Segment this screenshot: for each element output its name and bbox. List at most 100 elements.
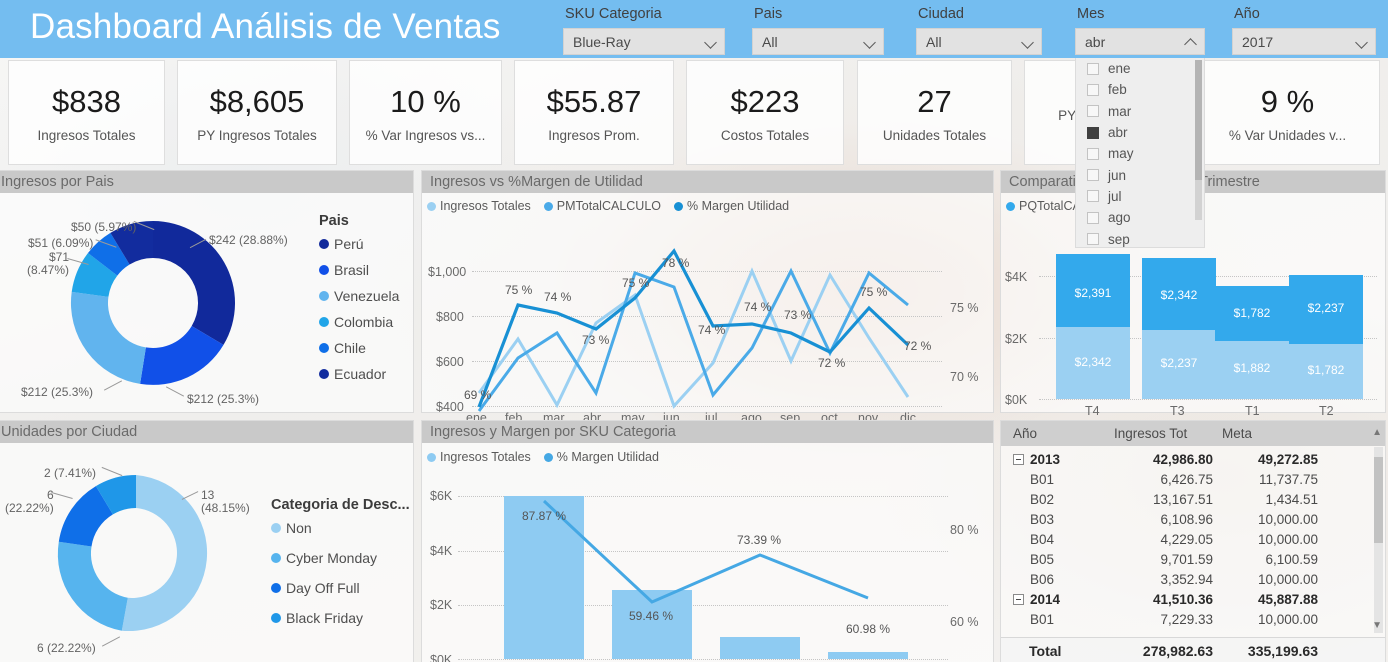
dropdown-item-ene[interactable]: ene xyxy=(1076,58,1204,79)
legend-item-brasil[interactable]: Brasil xyxy=(319,262,399,278)
column-header-meta[interactable]: Meta xyxy=(1222,426,1322,441)
chevron-up-icon[interactable] xyxy=(1185,35,1198,48)
legend-label: Non xyxy=(286,520,312,536)
dropdown-item-mar[interactable]: mar xyxy=(1076,101,1204,122)
row-label[interactable]: 2014 xyxy=(1001,592,1114,607)
dropdown-item-abr[interactable]: abr xyxy=(1076,122,1204,143)
slicer-ciudad-box[interactable]: All xyxy=(916,28,1042,55)
legend-item-cyber-monday[interactable]: Cyber Monday xyxy=(271,550,410,566)
row-label-text: 2014 xyxy=(1030,591,1061,607)
slicer-mes[interactable]: Mes abr xyxy=(1075,4,1205,55)
checkbox-icon[interactable] xyxy=(1087,62,1099,75)
kpi-card-unidades-totales[interactable]: 27 Unidades Totales xyxy=(857,60,1012,165)
dropdown-scrollbar[interactable] xyxy=(1195,60,1202,220)
column-header-ingresos[interactable]: Ingresos Tot xyxy=(1114,426,1222,441)
kpi-card-var-unidades[interactable]: 9 % % Var Unidades v... xyxy=(1195,60,1380,165)
legend-item-non[interactable]: Non xyxy=(271,520,410,536)
slicer-sku-box[interactable]: Blue-Ray xyxy=(563,28,725,55)
table-row[interactable]: B04 4,229.05 10,000.00 xyxy=(1001,529,1385,549)
slicer-anio-label: Año xyxy=(1234,6,1260,22)
dropdown-item-ago[interactable]: ago xyxy=(1076,207,1204,228)
scrollbar-thumb[interactable] xyxy=(1374,457,1383,543)
table-row[interactable]: B03 6,108.96 10,000.00 xyxy=(1001,509,1385,529)
yaxis-tick: $0K xyxy=(1005,393,1028,407)
row-label[interactable]: 2013 xyxy=(1001,452,1114,467)
checkbox-checked-icon[interactable] xyxy=(1087,126,1099,139)
dropdown-item-may[interactable]: may xyxy=(1076,143,1204,164)
data-label-margen: 72 % xyxy=(904,339,932,353)
slicer-sku-categoria[interactable]: SKU Categoria Blue-Ray xyxy=(563,4,725,55)
data-table[interactable]: Año Ingresos Tot Meta ▲ 2013 42,986.80 4… xyxy=(1001,421,1385,662)
dropdown-item-label: jul xyxy=(1108,188,1122,204)
kpi-card-var-ingresos[interactable]: 10 % % Var Ingresos vs... xyxy=(349,60,502,165)
legend-item-colombia[interactable]: Colombia xyxy=(319,314,399,330)
kpi-card-ingresos-totales[interactable]: $838 Ingresos Totales xyxy=(8,60,165,165)
cell-meta: 10,000.00 xyxy=(1257,531,1318,547)
slicer-anio[interactable]: Año 2017 xyxy=(1232,4,1376,55)
legend-dot xyxy=(271,613,281,623)
checkbox-icon[interactable] xyxy=(1087,83,1099,96)
legend-item-day-off-full[interactable]: Day Off Full xyxy=(271,580,410,596)
checkbox-icon[interactable] xyxy=(1087,147,1099,160)
data-label-margen-cd: 60.98 % xyxy=(846,622,891,636)
donut-callout-ecuador: $50 (5.97%) xyxy=(71,220,137,234)
donut-callout-venezuela: $212 (25.3%) xyxy=(21,385,94,399)
checkbox-icon[interactable] xyxy=(1087,169,1099,182)
kpi-card-costos-totales[interactable]: $223 Costos Totales xyxy=(686,60,844,165)
table-row[interactable]: 2013 42,986.80 49,272.85 xyxy=(1001,449,1385,469)
chevron-down-icon[interactable] xyxy=(1356,35,1369,48)
table-row[interactable]: 2014 41,510.36 45,887.88 xyxy=(1001,589,1385,609)
checkbox-icon[interactable] xyxy=(1087,190,1099,203)
line-chart-svg[interactable] xyxy=(422,193,995,414)
dropdown-item-jun[interactable]: jun xyxy=(1076,164,1204,185)
scroll-down-icon[interactable]: ▼ xyxy=(1372,620,1382,631)
dropdown-item-feb[interactable]: feb xyxy=(1076,79,1204,100)
chevron-down-icon[interactable] xyxy=(705,35,718,48)
legend-item-peru[interactable]: Perú xyxy=(319,236,399,252)
row-label-text: 2013 xyxy=(1030,451,1061,467)
chevron-down-icon[interactable] xyxy=(1022,35,1035,48)
slicer-pais-box[interactable]: All xyxy=(752,28,884,55)
chevron-down-icon[interactable] xyxy=(864,35,877,48)
legend-item-ecuador[interactable]: Ecuador xyxy=(319,366,399,382)
data-label-margen: 74 % xyxy=(698,323,726,337)
slicer-mes-label: Mes xyxy=(1077,6,1105,22)
kpi-value: $55.87 xyxy=(546,84,642,119)
dropdown-item-sep[interactable]: sep xyxy=(1076,228,1204,247)
kpi-card-ingresos-promedio[interactable]: $55.87 Ingresos Prom. xyxy=(514,60,674,165)
table-row[interactable]: B01 6,426.75 11,737.75 xyxy=(1001,469,1385,489)
slicer-anio-box[interactable]: 2017 xyxy=(1232,28,1376,55)
cell-meta: 10,000.00 xyxy=(1257,571,1318,587)
cell-ingresos: 4,229.05 xyxy=(1160,531,1213,547)
scroll-up-icon[interactable]: ▲ xyxy=(1372,427,1382,438)
table-scrollbar[interactable] xyxy=(1374,447,1383,633)
table-row[interactable]: B06 3,352.94 10,000.00 xyxy=(1001,569,1385,589)
slicer-pais[interactable]: Pais All xyxy=(752,4,884,55)
legend-item-venezuela[interactable]: Venezuela xyxy=(319,288,399,304)
slicer-ciudad[interactable]: Ciudad All xyxy=(916,4,1042,55)
checkbox-icon[interactable] xyxy=(1087,105,1099,118)
checkbox-icon[interactable] xyxy=(1087,211,1099,224)
slicer-mes-dropdown[interactable]: ene feb mar abr may jun jul ago sep xyxy=(1075,58,1205,248)
legend-item-black-friday[interactable]: Black Friday xyxy=(271,610,410,626)
dropdown-item-label: feb xyxy=(1108,82,1127,98)
bar-label-pq-t2: $2,237 xyxy=(1307,301,1345,315)
legend-item-chile[interactable]: Chile xyxy=(319,340,399,356)
kpi-card-py-ingresos-totales[interactable]: $8,605 PY Ingresos Totales xyxy=(177,60,337,165)
table-row[interactable]: B02 13,167.51 1,434.51 xyxy=(1001,489,1385,509)
table-row[interactable]: B01 7,229.33 10,000.00 xyxy=(1001,609,1385,629)
slicer-mes-box[interactable]: abr xyxy=(1075,28,1205,55)
dropdown-item-jul[interactable]: jul xyxy=(1076,186,1204,207)
donut-callout-peru: $242 (28.88%) xyxy=(209,233,288,247)
checkbox-icon[interactable] xyxy=(1087,233,1099,246)
slicer-pais-value: All xyxy=(762,33,778,50)
cell-meta: 10,000.00 xyxy=(1257,611,1318,627)
legend-dot xyxy=(319,239,329,249)
collapse-icon[interactable] xyxy=(1013,593,1024,605)
table-row[interactable]: B05 9,701.59 6,100.59 xyxy=(1001,549,1385,569)
margen-line-svg[interactable] xyxy=(422,443,995,662)
data-label-margen: 74 % xyxy=(744,300,772,314)
xaxis-tick: T4 xyxy=(1085,404,1100,418)
column-header-ano[interactable]: Año xyxy=(1001,426,1114,441)
collapse-icon[interactable] xyxy=(1013,453,1024,465)
